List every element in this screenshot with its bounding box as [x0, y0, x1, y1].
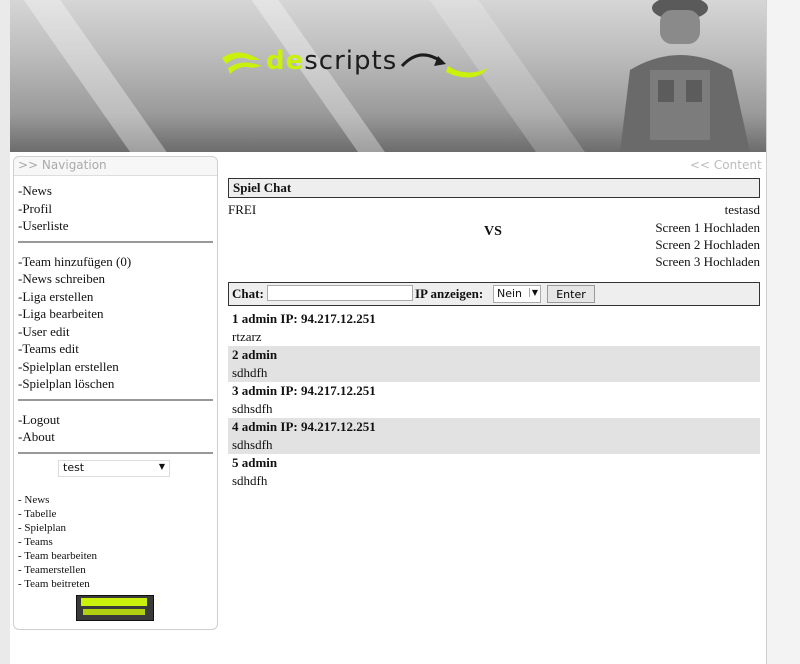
enter-button[interactable]: Enter [547, 285, 595, 303]
chat-input[interactable] [267, 285, 413, 301]
logo-text: descripts [266, 46, 398, 76]
team-away: testasd [724, 202, 760, 217]
nav-link-userliste[interactable]: -Userliste [18, 217, 213, 235]
chevron-down-icon: ▼ [528, 288, 538, 297]
league-link-news[interactable]: - News [18, 493, 213, 507]
ip-select[interactable]: Nein ▼ [493, 285, 541, 303]
nav-link-spielplan-erstellen[interactable]: -Spielplan erstellen [18, 358, 213, 376]
league-links: - News - Tabelle - Spielplan - Teams - T… [14, 477, 217, 591]
team-home: FREI [228, 202, 257, 217]
content-title: << Content [690, 158, 762, 172]
soldier-image-icon [620, 0, 750, 152]
league-link-tabelle[interactable]: - Tabelle [18, 507, 213, 521]
descripts-banner[interactable] [76, 594, 154, 621]
nav-link-liga-bearbeiten[interactable]: -Liga bearbeiten [18, 305, 213, 323]
chat-message: 1 admin IP: 94.217.12.251 rtzarz [228, 310, 760, 346]
league-select-value: test [63, 460, 85, 474]
nav-divider [18, 398, 213, 401]
chat-message-header: 2 admin [232, 347, 278, 362]
window-gutter [766, 0, 800, 664]
league-link-teamerstellen[interactable]: - Teamerstellen [18, 563, 213, 577]
nav-link-news[interactable]: -News [18, 182, 213, 200]
ip-select-value: Nein [497, 287, 523, 300]
nav-group-main: -News -Profil -Userliste [14, 176, 217, 237]
league-link-team-beitreten[interactable]: - Team beitreten [18, 577, 213, 591]
chat-message-header: 4 admin IP: 94.217.12.251 [232, 419, 376, 434]
chat-message-text: sdhsdfh [232, 401, 273, 416]
chat-message-text: rtzarz [232, 329, 262, 344]
league-link-teams[interactable]: - Teams [18, 535, 213, 549]
league-link-spielplan[interactable]: - Spielplan [18, 521, 213, 535]
nav-link-logout[interactable]: -Logout [18, 411, 213, 429]
page: descripts >> Navigation -News -Profil -U… [10, 0, 766, 664]
screen-upload-link-3[interactable]: Screen 3 Hochladen [655, 254, 760, 270]
nav-link-about[interactable]: -About [18, 428, 213, 446]
nav-link-user-edit[interactable]: -User edit [18, 323, 213, 341]
chat-label: Chat: [232, 286, 264, 301]
nav-link-teams-edit[interactable]: -Teams edit [18, 340, 213, 358]
nav-divider [18, 451, 213, 454]
nav-link-news-schreiben[interactable]: -News schreiben [18, 270, 213, 288]
chat-message-header: 3 admin IP: 94.217.12.251 [232, 383, 376, 398]
chat-message: 2 admin sdhdfh [228, 346, 760, 382]
ip-label: IP anzeigen: [415, 286, 484, 301]
section-title: Spiel Chat [228, 178, 760, 198]
chevron-down-icon: ▼ [158, 461, 165, 471]
nav-link-team-hinzufuegen[interactable]: -Team hinzufügen (0) [18, 253, 213, 271]
nav-link-profil[interactable]: -Profil [18, 200, 213, 218]
content-area: Spiel Chat FREI testasd VS Screen 1 Hoch… [228, 178, 760, 490]
chat-message-text: sdhdfh [232, 365, 268, 380]
nav-link-liga-erstellen[interactable]: -Liga erstellen [18, 288, 213, 306]
chat-message: 4 admin IP: 94.217.12.251 sdhsdfh [228, 418, 760, 454]
screen-upload-link-2[interactable]: Screen 2 Hochladen [655, 237, 760, 253]
site-logo[interactable]: descripts [220, 44, 490, 84]
nav-link-spielplan-loeschen[interactable]: -Spielplan löschen [18, 375, 213, 393]
match-info: FREI testasd VS Screen 1 Hochladen Scree… [228, 198, 760, 282]
sidebar-navigation: >> Navigation -News -Profil -Userliste -… [13, 156, 218, 630]
league-link-team-bearbeiten[interactable]: - Team bearbeiten [18, 549, 213, 563]
chat-message-text: sdhsdfh [232, 437, 273, 452]
chat-message: 3 admin IP: 94.217.12.251 sdhsdfh [228, 382, 760, 418]
nav-group-session: -Logout -About [14, 405, 217, 448]
chat-message-text: sdhdfh [232, 473, 268, 488]
chat-message-header: 5 admin [232, 455, 278, 470]
nav-group-admin: -Team hinzufügen (0) -News schreiben -Li… [14, 247, 217, 395]
versus-label: VS [484, 224, 502, 239]
screen-upload-link-1[interactable]: Screen 1 Hochladen [655, 220, 760, 236]
chat-form: Chat: IP anzeigen: Nein ▼ Enter [228, 282, 760, 306]
nav-title: >> Navigation [14, 157, 217, 176]
league-select[interactable]: test ▼ [58, 459, 170, 477]
chat-message: 5 admin sdhdfh [228, 454, 760, 490]
nav-divider [18, 240, 213, 243]
chat-message-header: 1 admin IP: 94.217.12.251 [232, 311, 376, 326]
header-banner: descripts [10, 0, 766, 152]
